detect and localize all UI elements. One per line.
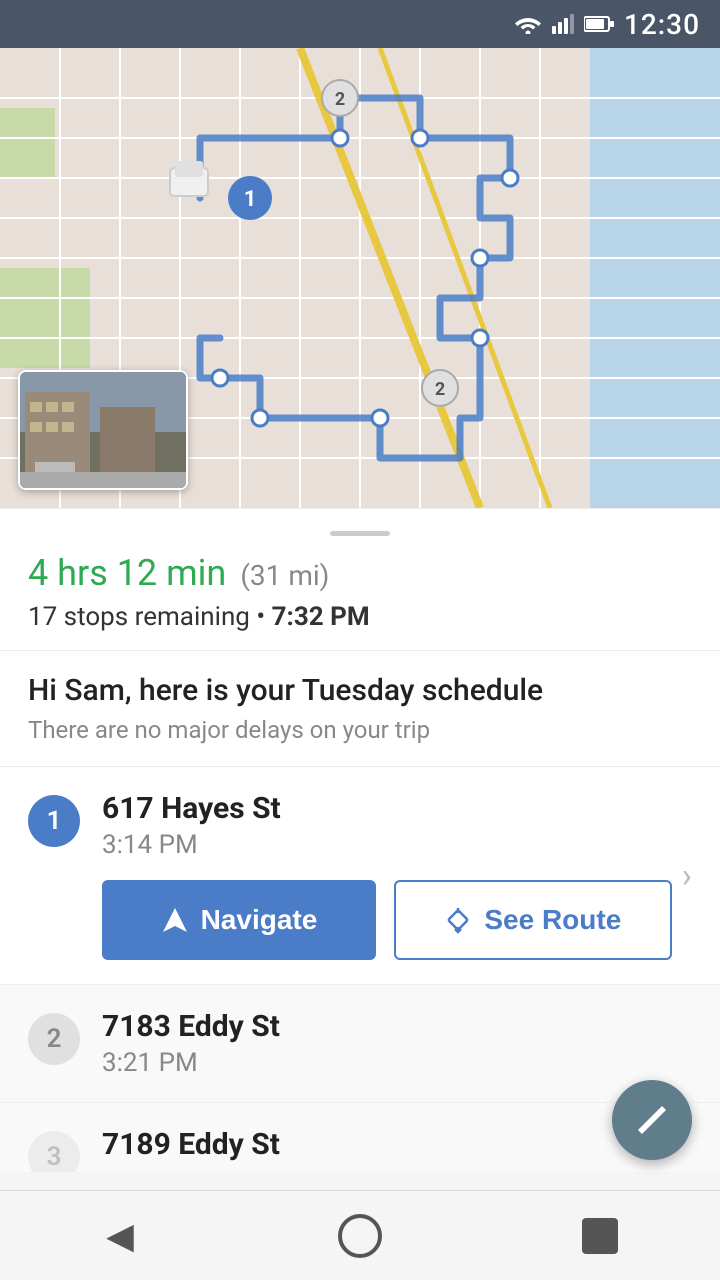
arrival-time: 7:32 PM [272, 602, 370, 632]
edit-fab[interactable] [612, 1080, 692, 1160]
back-nav-button[interactable]: ◀ [90, 1206, 150, 1266]
stop-address-3-partial: 7189 Eddy St [102, 1127, 692, 1162]
stop-number-2: 2 [28, 1013, 80, 1065]
stop-time-2: 3:21 PM [102, 1048, 692, 1078]
edit-icon [634, 1102, 670, 1138]
stops-row: 17 stops remaining • 7:32 PM [28, 602, 692, 632]
see-route-label: See Route [484, 904, 621, 936]
stop-item-2[interactable]: 2 7183 Eddy St 3:21 PM [0, 984, 720, 1102]
street-photo-thumbnail[interactable]: 🚲 [18, 370, 188, 490]
status-bar: 12:30 [0, 0, 720, 48]
stop-number-3-partial: 3 [28, 1131, 80, 1172]
travel-distance: (31 mi) [240, 559, 329, 592]
map-area[interactable]: 2 2 1 [0, 48, 720, 508]
stop-address-2: 7183 Eddy St [102, 1009, 692, 1044]
navigate-label: Navigate [201, 904, 318, 936]
schedule-greeting: Hi Sam, here is your Tuesday schedule [28, 673, 692, 708]
stop-details-3-partial: 7189 Eddy St [102, 1127, 692, 1166]
svg-text:2: 2 [335, 89, 345, 110]
action-buttons: Navigate See Route [102, 880, 672, 960]
chevron-right-1: › [682, 856, 692, 896]
wifi-icon [514, 14, 542, 34]
schedule-section: Hi Sam, here is your Tuesday schedule Th… [0, 651, 720, 766]
stop-nav-button[interactable] [570, 1206, 630, 1266]
drag-handle[interactable] [330, 531, 390, 536]
navigate-icon [161, 906, 189, 934]
battery-icon [584, 15, 614, 33]
travel-time: 4 hrs 12 min [28, 552, 226, 594]
stop-address-1: 617 Hayes St [102, 791, 672, 826]
stop-details-2: 7183 Eddy St 3:21 PM [102, 1009, 692, 1078]
back-icon: ◀ [106, 1215, 134, 1257]
home-circle-icon [338, 1214, 382, 1258]
signal-icon [552, 14, 574, 34]
svg-text:1: 1 [244, 187, 257, 212]
travel-time-row: 4 hrs 12 min (31 mi) [28, 552, 692, 594]
schedule-subtitle: There are no major delays on your trip [28, 716, 692, 744]
svg-text:2: 2 [435, 379, 445, 400]
stop-time-1: 3:14 PM [102, 830, 672, 860]
stop-number-1: 1 [28, 795, 80, 847]
stop-details-1: 617 Hayes St 3:14 PM Navigate [102, 791, 672, 960]
status-icons: 12:30 [514, 8, 700, 41]
home-nav-button[interactable] [330, 1206, 390, 1266]
see-route-icon [444, 906, 472, 934]
stops-remaining-text: 17 stops remaining [28, 602, 250, 632]
stop-item-1[interactable]: 1 617 Hayes St 3:14 PM Navigate [0, 766, 720, 984]
see-route-button[interactable]: See Route [394, 880, 672, 960]
navigate-button[interactable]: Navigate [102, 880, 376, 960]
status-time: 12:30 [624, 8, 700, 41]
bottom-nav: ◀ [0, 1190, 720, 1280]
arrival-dot: • [256, 602, 271, 632]
info-panel: 4 hrs 12 min (31 mi) 17 stops remaining … [0, 508, 720, 650]
stop-square-icon [582, 1218, 618, 1254]
